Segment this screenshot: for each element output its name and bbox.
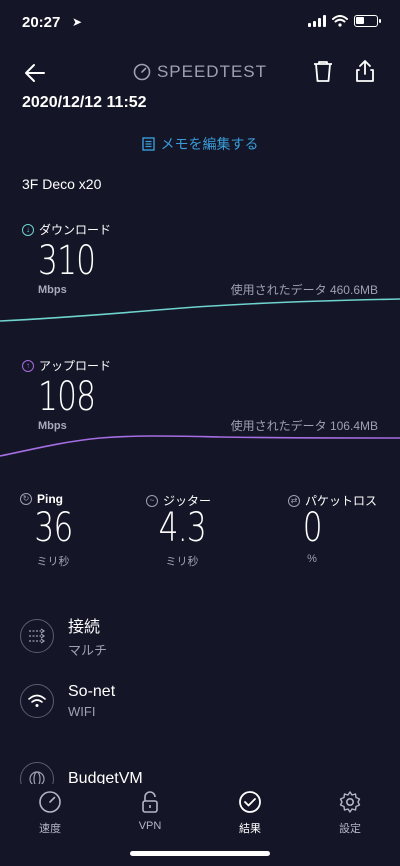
ping-label: Ping: [37, 492, 63, 506]
download-label: ダウンロード: [39, 223, 112, 237]
trash-icon[interactable]: [310, 58, 336, 84]
tab-settings-label: 設定: [339, 823, 361, 835]
connection-type: マルチ: [68, 643, 108, 658]
cellular-signal-icon: [308, 15, 326, 27]
tab-results[interactable]: 結果: [210, 790, 290, 836]
tab-settings[interactable]: 設定: [310, 790, 390, 836]
check-circle-icon: [239, 791, 261, 813]
lock-icon: [142, 791, 158, 813]
loss-value: 0: [302, 505, 322, 551]
wifi-icon: [332, 15, 348, 27]
ping-icon: ↻: [20, 493, 32, 505]
server-name: 3F Deco x20: [22, 176, 102, 192]
download-label-row: ↓ ダウンロード: [22, 221, 111, 238]
download-graph: [0, 298, 400, 322]
ping-unit: ミリ秒: [36, 556, 70, 568]
battery-icon: [354, 15, 381, 27]
ping-value: 36: [33, 505, 73, 551]
download-arrow-icon: ↓: [22, 223, 34, 236]
jitter-value: 4.3: [158, 505, 206, 551]
tab-vpn[interactable]: VPN: [110, 790, 190, 832]
edit-memo-label: メモを編集する: [160, 136, 259, 152]
share-icon[interactable]: [352, 58, 378, 84]
download-value: 310: [38, 238, 96, 284]
ping-label-row: ↻ Ping: [20, 492, 63, 506]
gauge-logo-icon: [133, 63, 151, 81]
connection-row: 接続 マルチ: [20, 613, 107, 659]
test-datetime: 2020/12/12 11:52: [22, 94, 147, 111]
gear-icon: [339, 791, 361, 813]
jitter-metric: 4.3 ミリ秒: [146, 505, 218, 569]
status-icons: [308, 15, 381, 27]
upload-label: アップロード: [39, 359, 112, 373]
connection-icon: [20, 619, 54, 653]
upload-value: 108: [38, 374, 96, 420]
upload-arrow-icon: ↑: [22, 359, 34, 372]
jitter-unit: ミリ秒: [165, 556, 199, 568]
speedometer-icon: [39, 791, 61, 813]
isp-name: So-net: [68, 683, 116, 700]
tab-speed-label: 速度: [39, 823, 61, 835]
upload-graph: [0, 435, 400, 457]
tab-results-label: 結果: [239, 823, 261, 835]
tab-vpn-label: VPN: [138, 820, 162, 832]
location-arrow-icon: ➤: [72, 15, 83, 29]
home-indicator[interactable]: [130, 851, 270, 856]
ping-metric: 36 ミリ秒: [18, 505, 88, 569]
edit-memo-link[interactable]: メモを編集する: [0, 134, 400, 154]
brand-name: SPEEDTEST: [156, 62, 268, 81]
speedtest-logo: SPEEDTEST: [0, 62, 400, 82]
tab-speed[interactable]: 速度: [10, 790, 90, 836]
isp-row: So-net WIFI: [20, 683, 115, 719]
loss-metric: 0 %: [284, 505, 340, 565]
upload-label-row: ↑ アップロード: [22, 357, 111, 374]
isp-type: WIFI: [68, 704, 96, 719]
connection-title: 接続: [68, 619, 101, 636]
note-icon: [141, 137, 155, 151]
wifi-connection-icon: [20, 684, 54, 718]
loss-unit: %: [307, 553, 317, 565]
status-time: 20:27: [22, 14, 61, 31]
